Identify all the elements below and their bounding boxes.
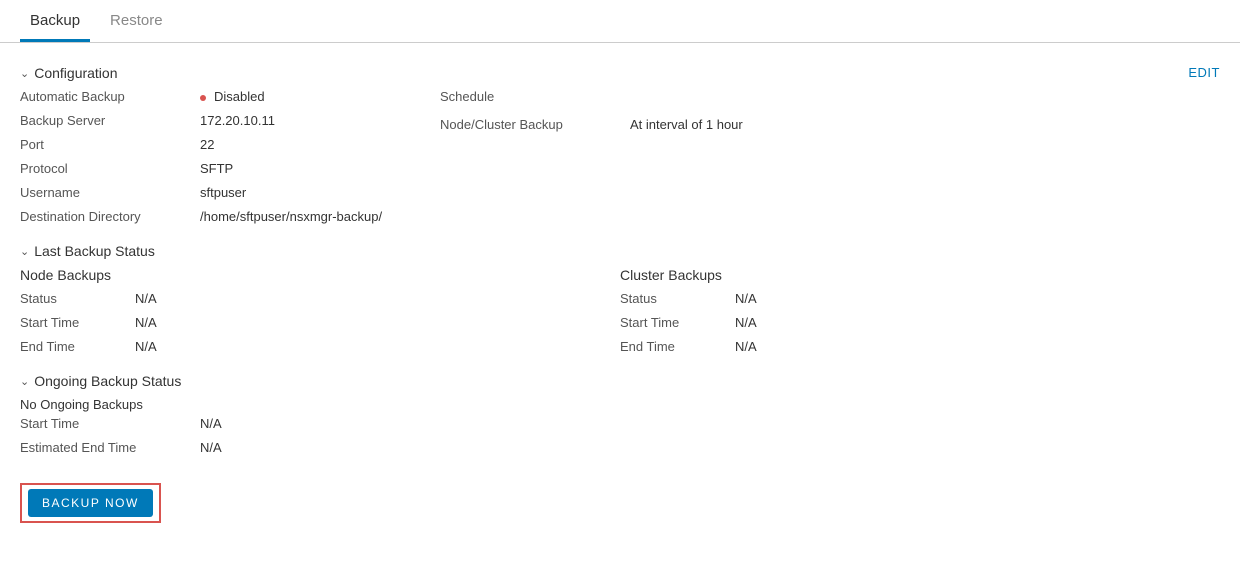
node-end-value: N/A	[135, 339, 157, 357]
auto-backup-label: Automatic Backup	[20, 89, 200, 107]
backup-now-button[interactable]: BACKUP NOW	[28, 489, 153, 517]
backup-server-value: 172.20.10.11	[200, 113, 275, 131]
node-backups-title: Node Backups	[20, 267, 620, 283]
username-value: sftpuser	[200, 185, 246, 203]
cluster-status-value: N/A	[735, 291, 757, 309]
chevron-down-icon: ⌄	[20, 375, 29, 388]
node-cluster-value: At interval of 1 hour	[630, 117, 743, 135]
tab-bar: Backup Restore	[0, 0, 1240, 43]
node-start-value: N/A	[135, 315, 157, 333]
configuration-header[interactable]: ⌄ Configuration	[20, 65, 118, 81]
backup-now-highlight: BACKUP NOW	[20, 483, 161, 523]
chevron-down-icon: ⌄	[20, 245, 29, 258]
node-status-label: Status	[20, 291, 135, 309]
ongoing-header[interactable]: ⌄ Ongoing Backup Status	[20, 373, 1220, 389]
ongoing-est-end-value: N/A	[200, 440, 222, 458]
cluster-end-label: End Time	[620, 339, 735, 357]
cluster-start-value: N/A	[735, 315, 757, 333]
port-label: Port	[20, 137, 200, 155]
node-status-value: N/A	[135, 291, 157, 309]
protocol-label: Protocol	[20, 161, 200, 179]
configuration-title: Configuration	[34, 65, 117, 81]
cluster-status-label: Status	[620, 291, 735, 309]
tab-backup[interactable]: Backup	[20, 0, 90, 42]
no-ongoing-msg: No Ongoing Backups	[20, 397, 1220, 412]
auto-backup-value: Disabled	[200, 89, 265, 107]
cluster-start-label: Start Time	[620, 315, 735, 333]
ongoing-est-end-label: Estimated End Time	[20, 440, 200, 458]
node-end-label: End Time	[20, 339, 135, 357]
node-cluster-label: Node/Cluster Backup	[440, 117, 630, 135]
cluster-end-value: N/A	[735, 339, 757, 357]
dest-dir-label: Destination Directory	[20, 209, 200, 227]
edit-button[interactable]: EDIT	[1188, 65, 1220, 80]
tab-restore[interactable]: Restore	[100, 0, 173, 42]
dest-dir-value: /home/sftpuser/nsxmgr-backup/	[200, 209, 382, 227]
last-backup-title: Last Backup Status	[34, 243, 155, 259]
status-dot-icon	[200, 95, 206, 101]
username-label: Username	[20, 185, 200, 203]
backup-server-label: Backup Server	[20, 113, 200, 131]
protocol-value: SFTP	[200, 161, 233, 179]
ongoing-start-value: N/A	[200, 416, 222, 434]
chevron-down-icon: ⌄	[20, 67, 29, 80]
node-start-label: Start Time	[20, 315, 135, 333]
ongoing-title: Ongoing Backup Status	[34, 373, 181, 389]
cluster-backups-title: Cluster Backups	[620, 267, 1220, 283]
last-backup-header[interactable]: ⌄ Last Backup Status	[20, 243, 1220, 259]
schedule-label: Schedule	[440, 89, 630, 107]
ongoing-start-label: Start Time	[20, 416, 200, 434]
port-value: 22	[200, 137, 214, 155]
